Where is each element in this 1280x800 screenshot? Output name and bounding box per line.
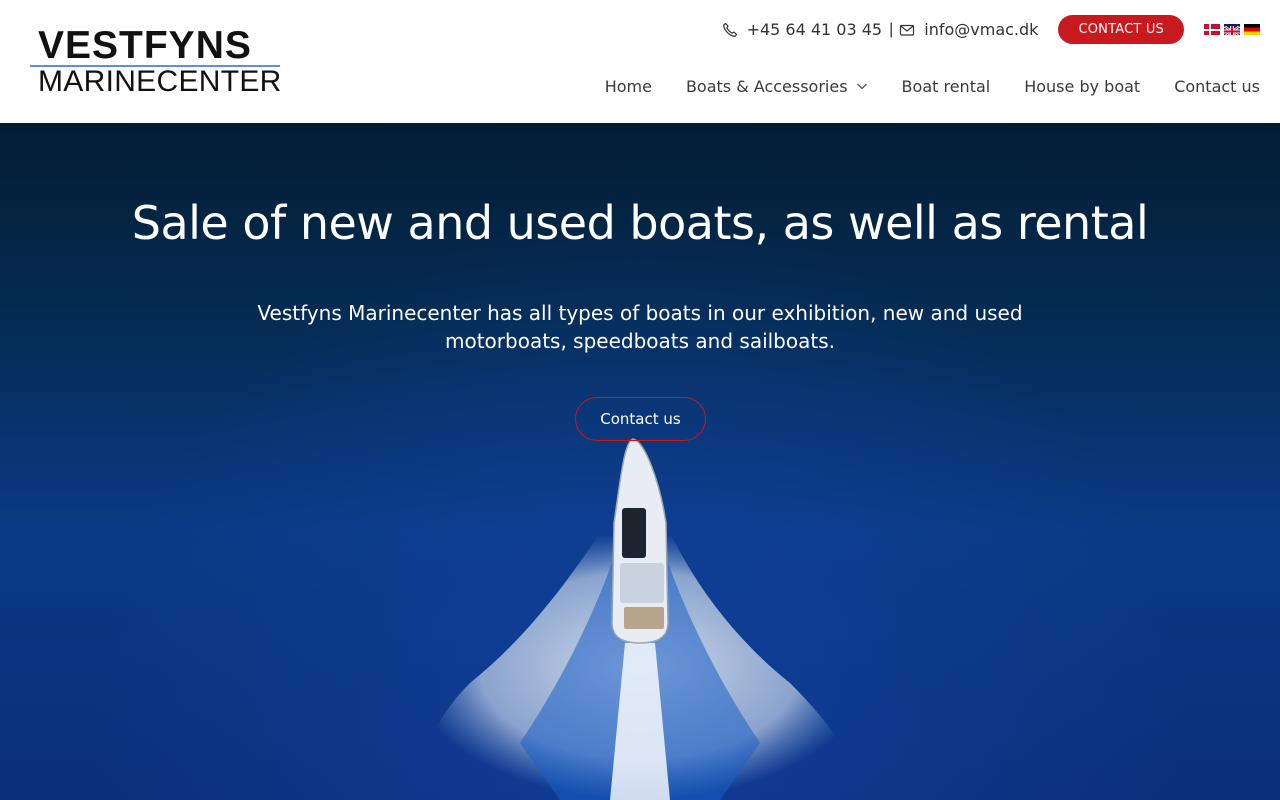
english-flag-icon[interactable] xyxy=(1224,24,1240,35)
danish-flag-icon[interactable] xyxy=(1204,24,1220,35)
hero-contact-button[interactable]: Contact us xyxy=(575,397,706,441)
site-header: VESTFYNS MARINECENTER +45 64 41 03 45 | … xyxy=(0,0,1280,123)
email-address: info@vmac.dk xyxy=(924,20,1039,39)
nav-item-boats-accessories[interactable]: Boats & Accessories xyxy=(686,77,868,96)
site-logo[interactable]: VESTFYNS MARINECENTER xyxy=(30,24,282,98)
language-switcher xyxy=(1204,24,1260,35)
phone-number: +45 64 41 03 45 xyxy=(746,20,883,39)
logo-line2: MARINECENTER xyxy=(38,65,282,98)
nav-item-label: Boats & Accessories xyxy=(685,76,848,96)
contact-separator: | xyxy=(889,20,894,38)
hero-section: Sale of new and used boats, as well as r… xyxy=(0,123,1280,800)
nav-item-boat-rental[interactable]: Boat rental xyxy=(902,77,991,96)
main-nav: Home Boats & Accessories Boat rental Hou… xyxy=(605,72,1260,100)
union-jack-shape xyxy=(1224,25,1240,35)
phone-link[interactable]: +45 64 41 03 45 xyxy=(722,20,883,39)
email-link[interactable]: info@vmac.dk xyxy=(899,20,1038,39)
contact-us-button[interactable]: CONTACT US xyxy=(1058,15,1184,44)
logo-line1: VESTFYNS xyxy=(38,24,252,67)
envelope-icon xyxy=(900,24,915,36)
phone-icon xyxy=(722,22,737,37)
hero-subtitle: Vestfyns Marinecenter has all types of b… xyxy=(257,301,1023,353)
nav-item-contact-us[interactable]: Contact us xyxy=(1174,77,1260,96)
topbar: +45 64 41 03 45 | info@vmac.dk CONTACT U… xyxy=(722,15,1260,44)
hero-title: Sale of new and used boats, as well as r… xyxy=(131,196,1149,250)
nav-item-house-by-boat[interactable]: House by boat xyxy=(1024,77,1140,96)
german-flag-icon[interactable] xyxy=(1244,24,1260,35)
nav-item-home[interactable]: Home xyxy=(605,77,652,96)
chevron-down-icon xyxy=(856,83,867,90)
